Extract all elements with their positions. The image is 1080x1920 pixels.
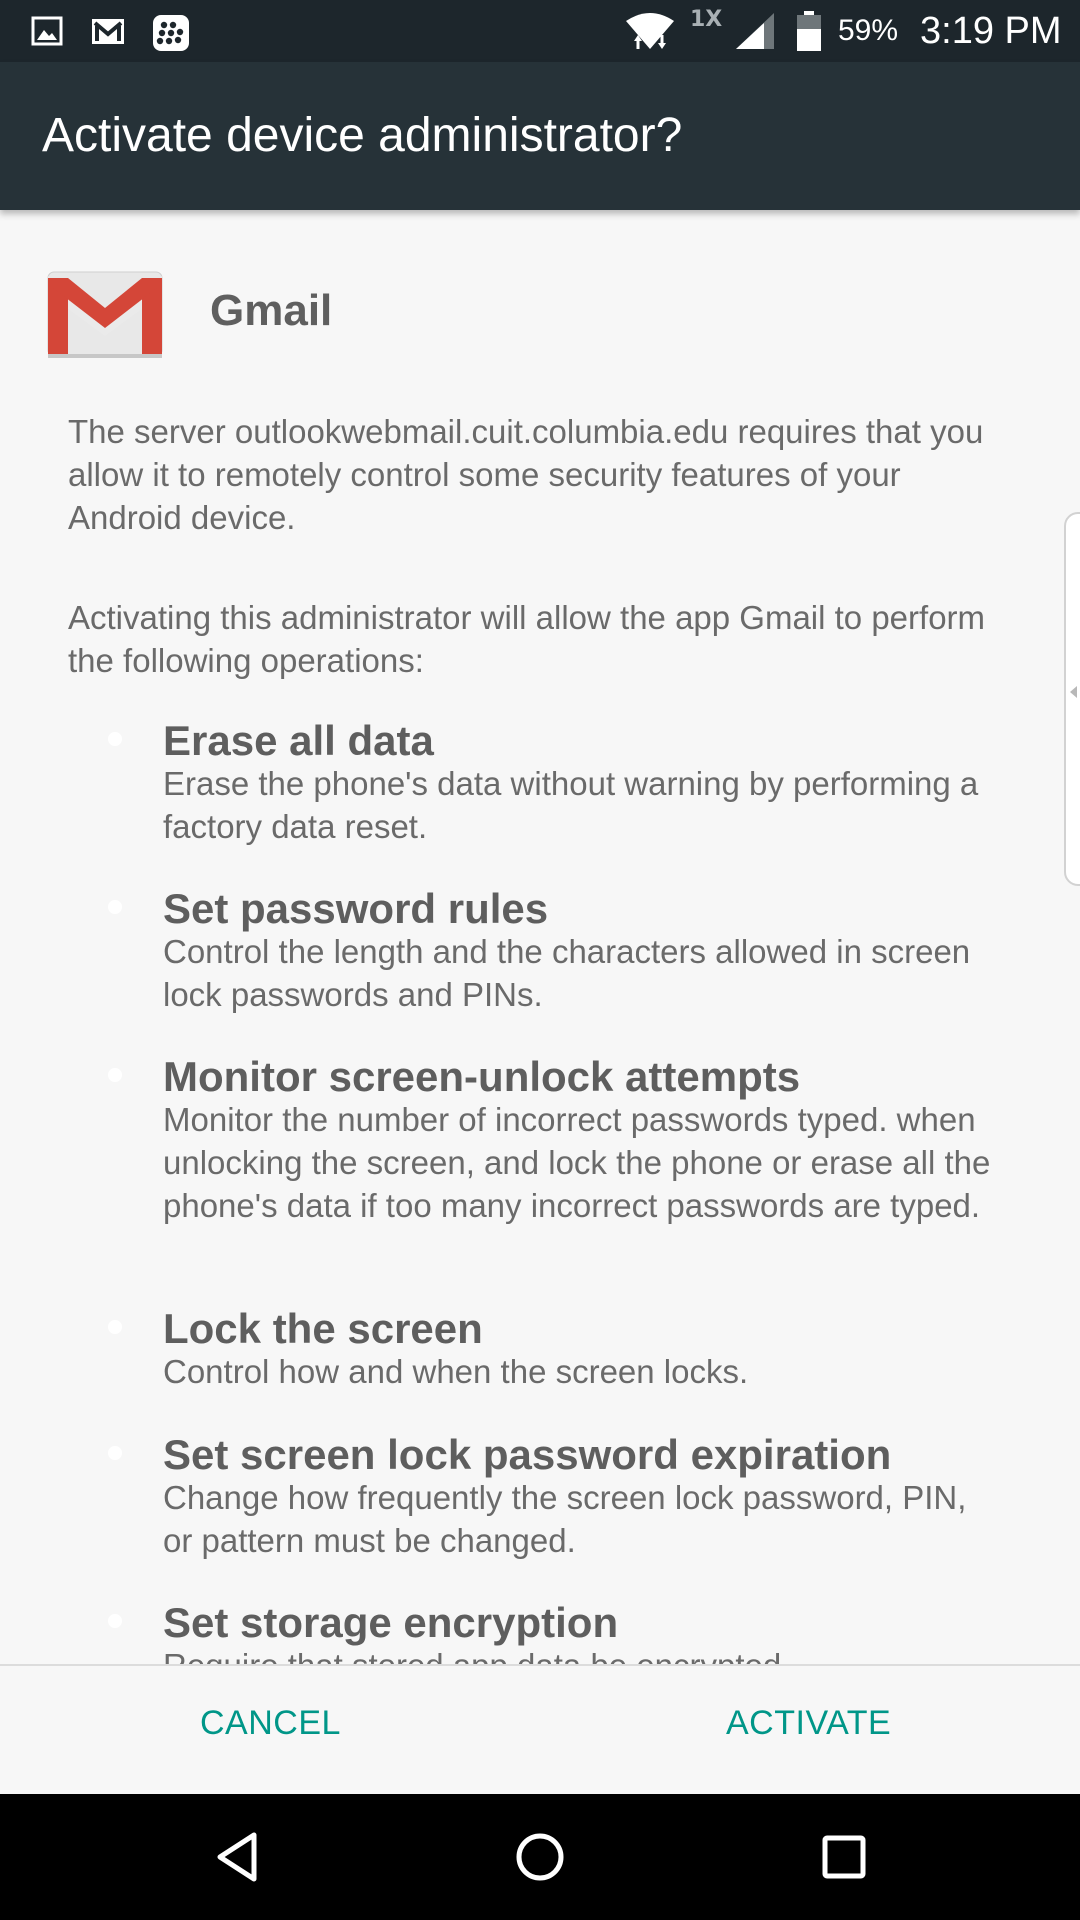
bullet-icon (108, 1446, 122, 1460)
permission-title: Set password rules (163, 885, 549, 932)
bullet-icon (108, 900, 122, 914)
recents-icon[interactable] (814, 1827, 874, 1887)
permission-description: Control how and when the screen locks. (163, 1353, 749, 1390)
bullet-icon (108, 1614, 122, 1628)
permission-title: Erase all data (163, 717, 434, 764)
gmail-icon (46, 270, 164, 358)
permission-description: Monitor the number of incorrect password… (163, 1101, 991, 1224)
permission-title: Set screen lock password expiration (163, 1431, 892, 1478)
permission-item: Set storage encryption Require that stor… (108, 1600, 1008, 1664)
permission-title: Monitor screen-unlock attempts (163, 1053, 801, 1100)
back-icon[interactable] (208, 1827, 268, 1887)
bullet-icon (108, 1320, 122, 1334)
permission-item: Set screen lock password expiration Chan… (108, 1432, 1008, 1562)
operations-intro: Activating this administrator will allow… (68, 599, 986, 679)
navigation-bar (0, 1794, 1080, 1920)
app-name: Gmail (210, 286, 333, 335)
permission-item: Lock the screen Control how and when the… (108, 1306, 1008, 1393)
app-bar: Activate device administrator? (0, 62, 1080, 210)
dialog-content[interactable]: Gmail The server outlookwebmail.cuit.col… (0, 210, 1080, 1664)
cancel-button[interactable]: CANCEL (200, 1704, 341, 1743)
permission-description: Require that stored app data be encrypte… (163, 1644, 1003, 1664)
blackberry-icon (152, 14, 189, 51)
chevron-left-icon (1070, 686, 1077, 698)
home-icon[interactable] (510, 1827, 570, 1887)
button-bar: CANCEL ACTIVATE (0, 1664, 1080, 1794)
network-type-label: 1X (690, 6, 723, 32)
edge-panel-handle[interactable] (1064, 512, 1080, 886)
bullet-icon (108, 732, 122, 746)
permission-item: Erase all data Erase the phone's data wi… (108, 718, 1008, 848)
server-description: The server outlookwebmail.cuit.columbia.… (68, 413, 984, 536)
gmail-icon (90, 14, 124, 48)
wifi-icon (624, 0, 676, 62)
permission-title: Lock the screen (163, 1305, 483, 1352)
page-title: Activate device administrator? (42, 109, 683, 162)
permission-description: Control the length and the characters al… (163, 933, 971, 1013)
clock: 3:19 PM (920, 9, 1062, 52)
status-bar: 1X 59% 3:19 PM (0, 0, 1080, 62)
permission-description: Erase the phone's data without warning b… (163, 765, 979, 845)
permission-item: Monitor screen-unlock attempts Monitor t… (108, 1054, 1008, 1227)
bullet-icon (108, 1068, 122, 1082)
permission-description: Change how frequently the screen lock pa… (163, 1479, 967, 1559)
battery-icon (796, 0, 822, 62)
cell-signal-icon (734, 0, 776, 62)
image-icon (30, 14, 64, 48)
activate-button[interactable]: ACTIVATE (726, 1704, 891, 1743)
battery-percent: 59% (838, 14, 899, 47)
permission-title: Set storage encryption (163, 1599, 619, 1646)
permission-item: Set password rules Control the length an… (108, 886, 1008, 1016)
